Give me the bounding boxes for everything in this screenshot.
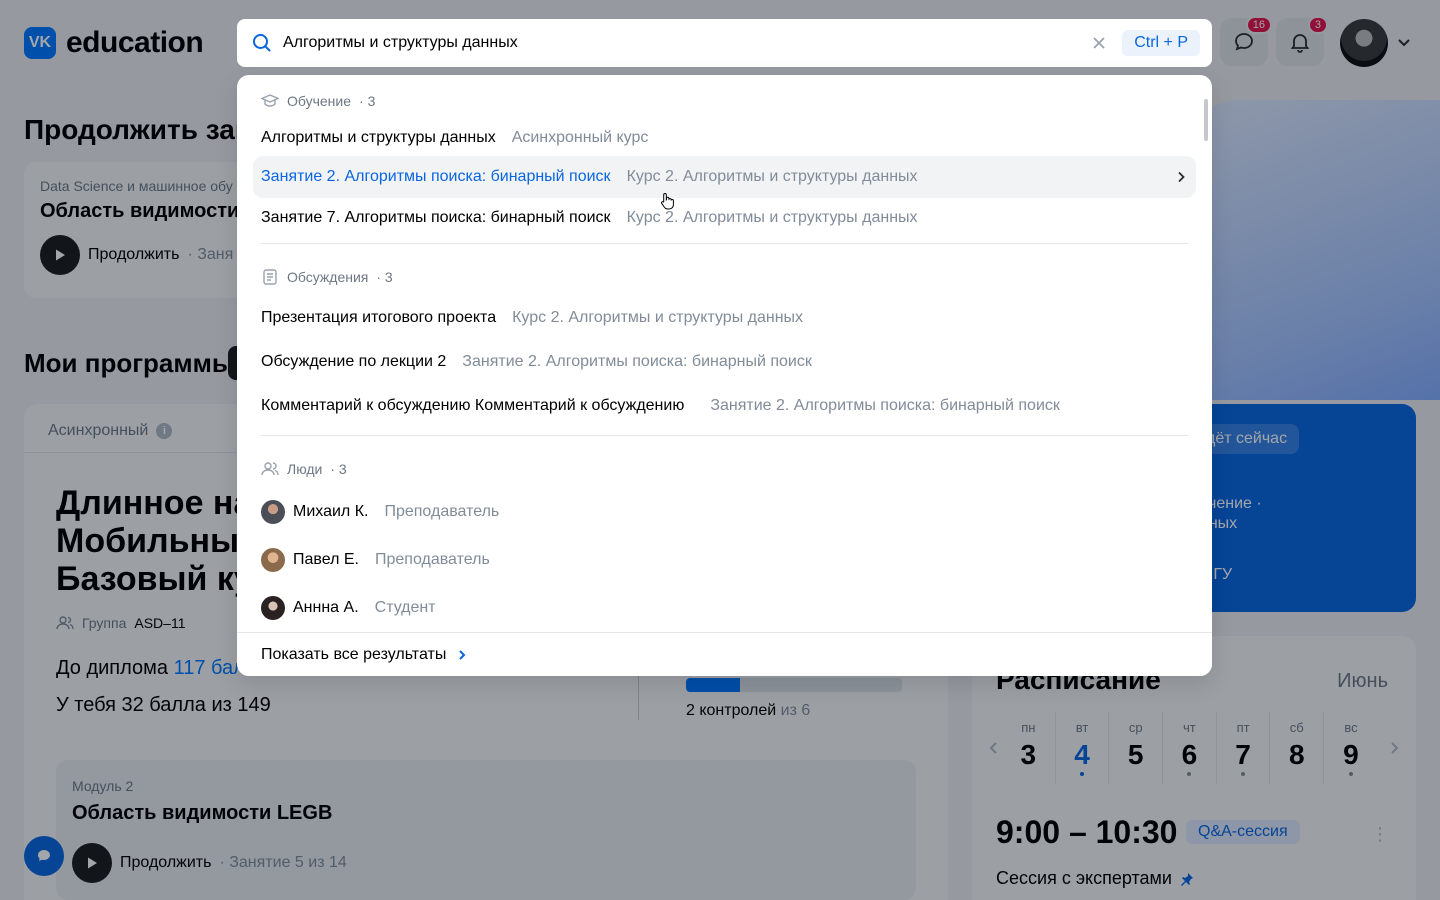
result-title: Комментарий к обсуждению Комментарий к о… — [261, 397, 685, 414]
result-title: Занятие 7. Алгоритмы поиска: бинарный по… — [261, 209, 611, 226]
result-learning-item[interactable]: Занятие 7. Алгоритмы поиска: бинарный по… — [253, 197, 1196, 239]
result-subtitle: Занятие 2. Алгоритмы поиска: бинарный по… — [462, 353, 812, 370]
search-icon — [253, 34, 271, 52]
result-discussion-item[interactable]: Комментарий к обсуждению Комментарий к о… — [253, 385, 1196, 427]
result-title: Занятие 2. Алгоритмы поиска: бинарный по… — [261, 168, 611, 185]
section-learning-header: Обучение · 3 — [261, 92, 375, 110]
result-title: Презентация итогового проекта — [261, 309, 497, 326]
search-bar[interactable]: Ctrl + P — [237, 19, 1212, 67]
hand-cursor-icon — [661, 192, 674, 210]
result-subtitle: Курс 2. Алгоритмы и структуры данных — [512, 309, 804, 326]
section-count: · 3 — [376, 269, 393, 285]
search-shortcut: Ctrl + P — [1122, 30, 1200, 56]
result-learning-item[interactable]: Алгоритмы и структуры данных Асинхронный… — [253, 117, 1196, 159]
section-label: Обсуждения — [287, 269, 369, 285]
people-icon — [261, 462, 279, 476]
scrollbar[interactable] — [1204, 99, 1208, 141]
avatar — [261, 500, 285, 524]
result-title: Михаил К. — [293, 503, 369, 520]
avatar — [261, 596, 285, 620]
section-count: · 3 — [330, 461, 347, 477]
avatar — [261, 548, 285, 572]
result-title: Обсуждение по лекции 2 — [261, 353, 447, 370]
section-people-header: Люди · 3 — [261, 461, 347, 477]
show-all-results-link[interactable]: Показать все результаты — [237, 632, 1212, 676]
result-subtitle: Преподаватель — [384, 503, 500, 520]
result-title: Аннна А. — [293, 599, 359, 616]
clear-icon[interactable] — [1092, 36, 1106, 50]
result-subtitle: Асинхронный курс — [511, 129, 649, 146]
graduation-cap-icon — [261, 94, 279, 107]
result-subtitle: Курс 2. Алгоритмы и структуры данных — [626, 209, 918, 226]
result-person-item[interactable]: Михаил К. Преподаватель — [253, 491, 1196, 533]
result-subtitle: Преподаватель — [374, 551, 490, 568]
result-subtitle: Студент — [374, 599, 436, 616]
result-learning-item[interactable]: Занятие 2. Алгоритмы поиска: бинарный по… — [253, 156, 1196, 198]
chevron-right-icon — [1174, 170, 1188, 184]
result-person-item[interactable]: Аннна А. Студент — [253, 587, 1196, 629]
result-subtitle: Занятие 2. Алгоритмы поиска: бинарный по… — [710, 397, 1060, 414]
section-label: Обучение — [287, 93, 352, 109]
section-discussions-header: Обсуждения · 3 — [261, 268, 393, 286]
chevron-right-icon — [459, 649, 466, 660]
search-input[interactable] — [283, 34, 1093, 52]
search-results-dropdown: Обучение · 3 Алгоритмы и структуры данны… — [237, 75, 1212, 676]
result-title: Павел Е. — [293, 551, 359, 568]
section-label: Люди — [287, 461, 323, 477]
show-all-label: Показать все результаты — [261, 645, 447, 663]
divider — [261, 243, 1188, 244]
result-title: Алгоритмы и структуры данных — [261, 129, 496, 146]
divider — [261, 435, 1188, 436]
result-discussion-item[interactable]: Презентация итогового проекта Курс 2. Ал… — [253, 297, 1196, 339]
result-subtitle: Курс 2. Алгоритмы и структуры данных — [626, 168, 918, 185]
result-discussion-item[interactable]: Обсуждение по лекции 2 Занятие 2. Алгори… — [253, 341, 1196, 383]
document-icon — [263, 269, 277, 285]
result-person-item[interactable]: Павел Е. Преподаватель — [253, 539, 1196, 581]
section-count: · 3 — [359, 93, 376, 109]
